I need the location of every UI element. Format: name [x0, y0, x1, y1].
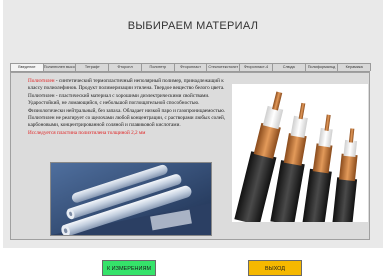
material-description: Полиэтилен - синтетический термопластичн… [28, 78, 226, 137]
tab-material-3[interactable]: Фторопл [108, 63, 142, 71]
tab-material-2[interactable]: Тетрафт [75, 63, 110, 71]
to-measurements-button[interactable]: К ИЗМЕРЕНИЯМ [102, 260, 156, 276]
tab-intro[interactable]: Введение [10, 63, 44, 71]
tab-material-7[interactable]: Фторопласт-4 [239, 63, 273, 71]
material-name: Полиэтилен [28, 78, 55, 84]
coaxial-cables-image [232, 84, 368, 222]
tab-bar: Введение Полиэтилен высокого Тетрафт Фто… [10, 63, 372, 72]
plastic-rolls-image [50, 162, 212, 236]
material-text: - синтетический термопластичный неполярн… [28, 78, 226, 129]
tab-material-10[interactable]: Керамика [337, 63, 372, 71]
page-title: ВЫБИРАЕМ МАТЕРИАЛ [127, 20, 259, 32]
tab-material-5[interactable]: Фторопласт [173, 63, 208, 71]
tab-material-9[interactable]: Полиформальд [304, 63, 339, 71]
tab-material-6[interactable]: Стеклотекстолит [206, 63, 241, 71]
tab-material-8[interactable]: Слюда [271, 63, 306, 71]
sample-note: Исследуется пластина полиэтилена толщино… [28, 129, 146, 136]
exit-button[interactable]: ВЫХОД [248, 260, 302, 276]
tab-material-4[interactable]: Политетр [140, 63, 175, 71]
tab-material-1[interactable]: Полиэтилен высокого [42, 63, 77, 71]
